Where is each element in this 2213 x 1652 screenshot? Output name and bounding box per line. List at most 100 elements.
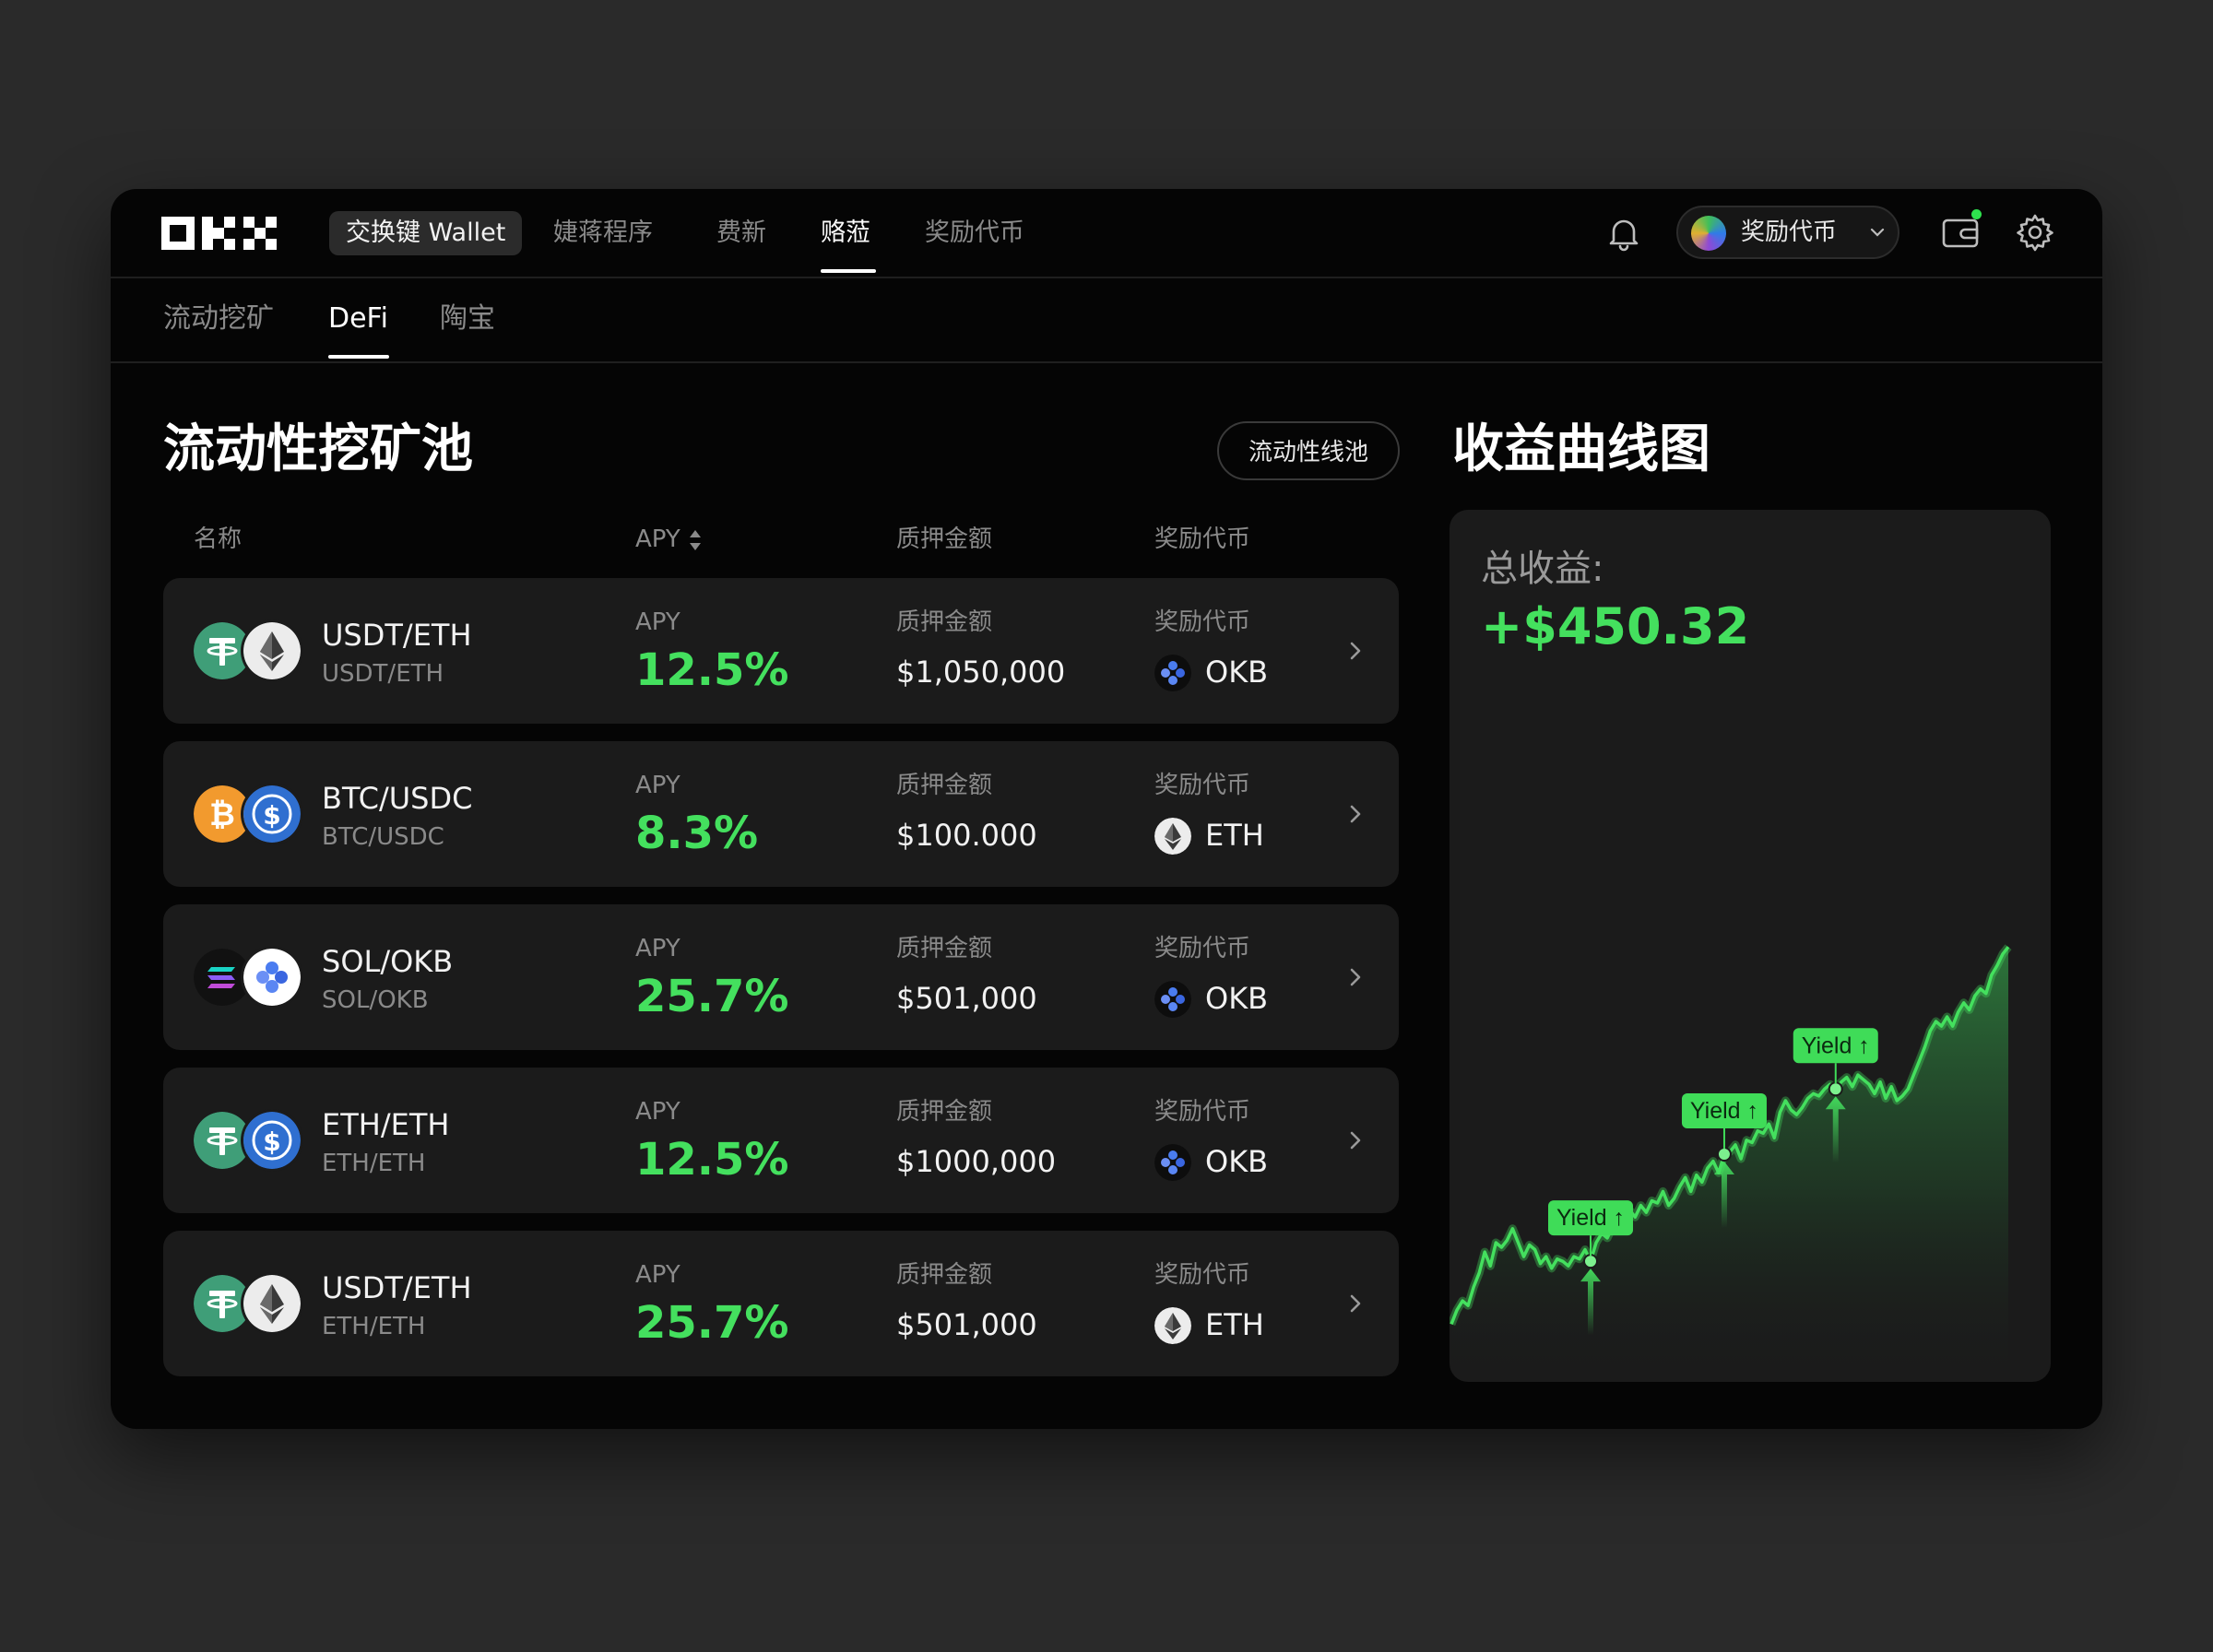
header-stake: 质押金额 [896, 525, 993, 553]
reward-label: 奖励代币 [1154, 1261, 1251, 1289]
stake-label: 质押金额 [896, 935, 993, 962]
app-window: 交换键 Wallet 婕蒋程序 费新 赂蒞 奖励代币 奖励代币 流动挖矿 DeF… [111, 189, 2102, 1429]
stake-label: 质押金额 [896, 1261, 993, 1289]
stake-label: 质押金额 [896, 1098, 993, 1126]
stake-value: $1000,000 [896, 1144, 1057, 1179]
chevron-right-icon[interactable] [1345, 638, 1366, 664]
pools-title: 流动性挖矿池 [163, 419, 473, 479]
globe-icon [1691, 216, 1726, 251]
top-nav: 交换键 Wallet 婕蒋程序 费新 赂蒞 奖励代币 奖励代币 [111, 189, 2102, 278]
pool-pair-sub: ETH/ETH [322, 1150, 426, 1177]
header-reward: 奖励代币 [1154, 525, 1251, 553]
pool-pair-sub: BTC/USDC [322, 823, 444, 851]
sol-icon [194, 949, 251, 1006]
reward-token-name: OKB [1205, 655, 1269, 690]
earnings-chart-card: 总收益: +$450.32 Yield ↑ Yield ↑ Yield ↑ [1450, 510, 2051, 1382]
stake-value: $1,050,000 [896, 655, 1066, 690]
chevron-right-icon[interactable] [1345, 801, 1366, 827]
apy-value: 12.5% [635, 644, 789, 696]
apy-label: APY [635, 608, 680, 636]
chart-title: 收益曲线图 [1452, 419, 1710, 479]
apy-label: APY [635, 1261, 680, 1289]
yield-point [1583, 1254, 1598, 1269]
tab-liquidity-mining[interactable]: 流动挖矿 [163, 297, 274, 341]
pool-row[interactable]: SOL/OKB SOL/OKB APY 25.7% 质押金额 $501,000 … [163, 904, 1399, 1050]
pool-pair: SOL/OKB [322, 944, 454, 979]
tab-active-indicator [328, 355, 389, 359]
chevron-down-icon [1870, 228, 1885, 237]
eth-icon [1154, 1307, 1191, 1344]
reward-token-name: OKB [1205, 981, 1269, 1016]
usdt-icon [194, 1112, 251, 1169]
sort-icon [689, 529, 701, 550]
nav-active-indicator [821, 269, 876, 273]
gear-icon[interactable] [2015, 212, 2055, 253]
pool-pair-sub: USDT/ETH [322, 660, 444, 688]
pool-pair: ETH/ETH [322, 1107, 450, 1142]
pool-pair: USDT/ETH [322, 618, 472, 653]
tab-defi[interactable]: DeFi [328, 297, 388, 341]
account-selector[interactable]: 奖励代币 [1676, 206, 1899, 259]
okx-logo[interactable] [161, 217, 277, 250]
tab-taobao[interactable]: 陶宝 [440, 297, 495, 341]
reward-label: 奖励代币 [1154, 772, 1251, 799]
apy-label: APY [635, 935, 680, 962]
nav-item-active[interactable]: 赂蒞 [821, 211, 870, 255]
okb-icon [1154, 981, 1191, 1018]
notification-dot [1971, 209, 1982, 219]
pool-row[interactable]: $ ETH/ETH ETH/ETH APY 12.5% 质押金额 $1000,0… [163, 1068, 1399, 1213]
stake-label: 质押金额 [896, 772, 993, 799]
yield-label: Yield ↑ [1556, 1205, 1625, 1231]
header-apy-label: APY [635, 525, 680, 553]
apy-value: 8.3% [635, 808, 759, 859]
reward-token-name: OKB [1205, 1144, 1269, 1179]
pool-pair: BTC/USDC [322, 781, 473, 816]
apy-value: 12.5% [635, 1134, 789, 1186]
stake-label: 质押金额 [896, 608, 993, 636]
nav-item-3[interactable]: 费新 [716, 211, 766, 255]
reward-label: 奖励代币 [1154, 1098, 1251, 1126]
apy-label: APY [635, 772, 680, 799]
usdt-icon [194, 622, 251, 679]
yield-label: Yield ↑ [1690, 1098, 1758, 1124]
nav-item-wallet[interactable]: 交换键 Wallet [329, 211, 523, 255]
okb-icon [1154, 655, 1191, 691]
yield-point [1716, 1146, 1732, 1162]
header-apy[interactable]: APY [635, 521, 703, 558]
sub-nav: 流动挖矿 DeFi 陶宝 [111, 277, 2102, 363]
reward-token-name: ETH [1205, 1307, 1264, 1342]
svg-text:$: $ [263, 1127, 280, 1157]
usdt-icon [194, 1275, 251, 1332]
reward-token-name: ETH [1205, 818, 1264, 853]
yield-point [1828, 1081, 1843, 1097]
stake-value: $501,000 [896, 981, 1037, 1016]
svg-text:₿: ₿ [209, 796, 235, 833]
nav-item-2[interactable]: 婕蒋程序 [553, 211, 653, 255]
chevron-right-icon[interactable] [1345, 1127, 1366, 1153]
nav-item-rewards[interactable]: 奖励代币 [925, 211, 1024, 255]
pool-row[interactable]: USDT/ETH ETH/ETH APY 25.7% 质押金额 $501,000… [163, 1231, 1399, 1376]
usdc-icon: $ [243, 1112, 301, 1169]
eth-icon [243, 1275, 301, 1332]
apy-value: 25.7% [635, 971, 789, 1022]
chevron-right-icon[interactable] [1345, 964, 1366, 990]
okb-icon [1154, 1144, 1191, 1181]
bell-icon[interactable] [1604, 214, 1643, 253]
usdc-icon: $ [243, 785, 301, 843]
stake-value: $501,000 [896, 1307, 1037, 1342]
okb-icon [243, 949, 301, 1006]
pool-row[interactable]: USDT/ETH USDT/ETH APY 12.5% 质押金额 $1,050,… [163, 578, 1399, 724]
header-name: 名称 [194, 525, 243, 553]
account-label: 奖励代币 [1741, 218, 1838, 246]
pool-list: USDT/ETH USDT/ETH APY 12.5% 质押金额 $1,050,… [163, 578, 1399, 1394]
btc-icon: ₿ [194, 785, 251, 843]
liquidity-pools-button[interactable]: 流动性线池 [1217, 421, 1400, 480]
pool-pair-sub: ETH/ETH [322, 1313, 426, 1340]
pool-pair: USDT/ETH [322, 1270, 472, 1305]
reward-label: 奖励代币 [1154, 608, 1251, 636]
apy-label: APY [635, 1098, 680, 1126]
chevron-right-icon[interactable] [1345, 1291, 1366, 1316]
pool-row[interactable]: ₿ $ BTC/USDC BTC/USDC APY 8.3% 质押金额 $100… [163, 741, 1399, 887]
eth-icon [243, 622, 301, 679]
pool-pair-sub: SOL/OKB [322, 986, 429, 1014]
